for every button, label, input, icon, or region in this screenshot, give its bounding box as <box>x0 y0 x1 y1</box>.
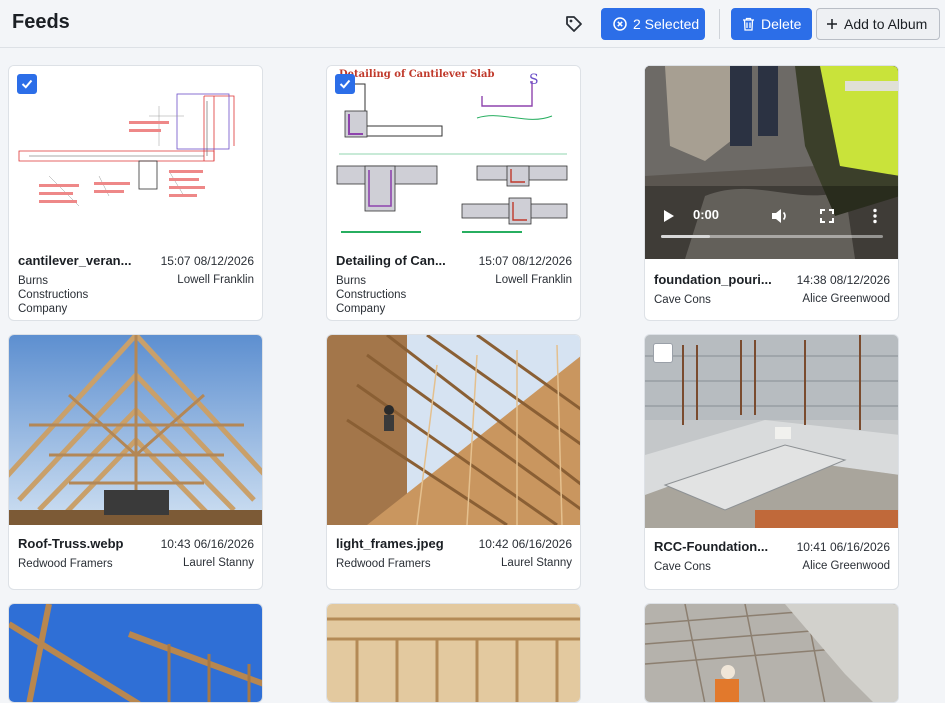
feed-timestamp: 10:42 06/16/2026 <box>478 537 572 551</box>
feed-timestamp: 15:07 08/12/2026 <box>160 254 254 268</box>
add-to-album-button[interactable]: Add to Album <box>816 8 940 40</box>
feed-timestamp: 10:41 06/16/2026 <box>796 540 890 554</box>
fullscreen-icon[interactable] <box>820 209 834 223</box>
feed-filename: light_frames.jpeg <box>336 536 444 551</box>
feed-company: Burns Constructions Company <box>336 275 407 315</box>
feed-company: Cave Cons <box>654 561 711 573</box>
delete-button[interactable]: Delete <box>731 8 812 40</box>
video-controls: 0:00 <box>645 199 898 259</box>
feed-filename: Detailing of Can... <box>336 253 446 268</box>
feed-thumbnail[interactable] <box>645 335 898 528</box>
feed-company: Cave Cons <box>654 294 711 306</box>
feed-thumbnail[interactable] <box>327 604 580 702</box>
feed-company: Redwood Framers <box>18 558 113 570</box>
tag-button[interactable] <box>562 12 586 36</box>
feed-filename: RCC-Foundation... <box>654 539 769 554</box>
plus-icon <box>827 19 837 29</box>
feed-thumbnail[interactable] <box>645 604 898 702</box>
video-player[interactable]: 0:00 <box>645 66 898 259</box>
feed-card[interactable] <box>644 603 899 703</box>
header-divider <box>719 9 720 39</box>
feed-card[interactable]: RCC-Foundation... 10:41 06/16/2026 Cave … <box>644 334 899 590</box>
select-checkbox[interactable] <box>17 74 37 94</box>
selected-count-button[interactable]: 2 Selected <box>601 8 705 40</box>
feed-thumbnail[interactable] <box>327 335 580 525</box>
header-bar: Feeds 2 Selected Delete Add to Album <box>0 0 945 48</box>
feed-user: Laurel Stanny <box>501 557 572 569</box>
feed-thumbnail[interactable]: Detailing of Cantilever Slab S <box>327 66 580 242</box>
feed-thumbnail[interactable] <box>9 66 262 242</box>
feed-card[interactable] <box>326 603 581 703</box>
select-checkbox[interactable] <box>335 74 355 94</box>
selected-count-label: 2 Selected <box>633 16 700 32</box>
clear-selection-icon <box>613 17 627 31</box>
feed-filename: foundation_pouri... <box>654 272 772 287</box>
video-progress-track[interactable] <box>661 235 883 238</box>
feed-card[interactable] <box>8 603 263 703</box>
select-checkbox[interactable] <box>653 343 673 363</box>
feed-company: Redwood Framers <box>336 558 431 570</box>
more-options-icon[interactable] <box>872 208 878 224</box>
framing-image <box>9 604 262 702</box>
check-icon <box>21 79 33 89</box>
check-icon <box>339 79 351 89</box>
feed-card[interactable]: Roof-Truss.webp 10:43 06/16/2026 Redwood… <box>8 334 263 590</box>
drawing-title: Detailing of Cantilever Slab <box>339 69 494 80</box>
feed-user: Lowell Franklin <box>177 274 254 286</box>
interior-framing-image <box>327 604 580 702</box>
feed-filename: Roof-Truss.webp <box>18 536 124 551</box>
page-title: Feeds <box>12 11 70 33</box>
drawing-image: Detailing of Cantilever Slab S <box>327 66 580 242</box>
svg-text:S: S <box>529 72 539 88</box>
feed-thumbnail[interactable] <box>9 604 262 702</box>
trash-icon <box>743 17 754 31</box>
rcc-foundation-image <box>645 335 898 528</box>
delete-label: Delete <box>761 16 802 32</box>
video-time: 0:00 <box>693 207 720 222</box>
tag-icon <box>566 16 582 32</box>
feed-company: Burns Constructions Company <box>18 275 89 315</box>
feed-timestamp: 15:07 08/12/2026 <box>478 254 572 268</box>
concrete-pour-image <box>645 604 898 702</box>
volume-icon[interactable] <box>771 208 789 224</box>
feed-user: Alice Greenwood <box>802 293 890 305</box>
video-progress-fill <box>661 235 710 238</box>
feed-card[interactable]: 0:00 foundation_pouri... 14:38 08/12/202… <box>644 65 899 321</box>
feed-card[interactable]: cantilever_veran... 15:07 08/12/2026 Bur… <box>8 65 263 321</box>
feed-filename: cantilever_veran... <box>18 253 132 268</box>
play-icon[interactable] <box>663 209 675 223</box>
feed-timestamp: 14:38 08/12/2026 <box>796 273 890 287</box>
feed-user: Lowell Franklin <box>495 274 572 286</box>
feed-thumbnail[interactable] <box>9 335 262 525</box>
drawing-image <box>9 66 262 242</box>
feed-card[interactable]: Detailing of Cantilever Slab S Detailing… <box>326 65 581 321</box>
light-frames-image <box>327 335 580 525</box>
roof-truss-image <box>9 335 262 525</box>
feed-user: Laurel Stanny <box>183 557 254 569</box>
feed-timestamp: 10:43 06/16/2026 <box>160 537 254 551</box>
add-to-album-label: Add to Album <box>844 16 928 32</box>
feed-card[interactable]: light_frames.jpeg 10:42 06/16/2026 Redwo… <box>326 334 581 590</box>
feed-user: Alice Greenwood <box>802 560 890 572</box>
